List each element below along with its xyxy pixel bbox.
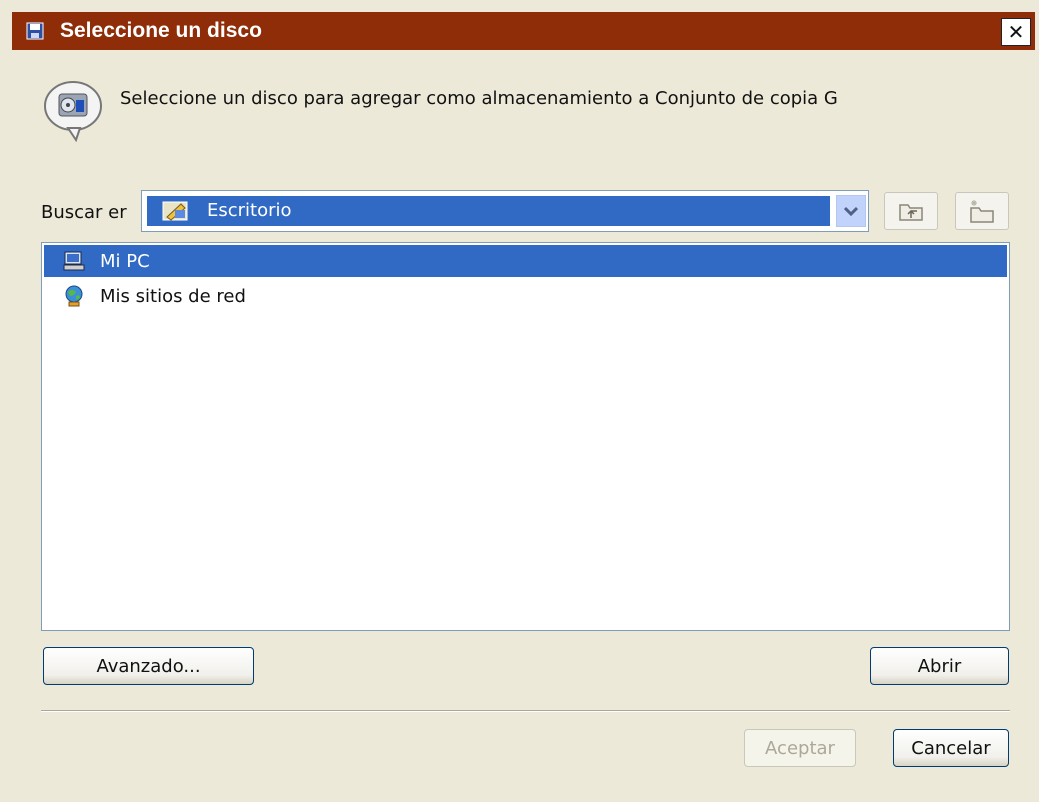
instruction-text: Seleccione un disco para agregar como al… xyxy=(120,88,838,109)
look-in-dropdown[interactable]: Escritorio xyxy=(141,190,869,232)
look-in-label: Buscar er xyxy=(41,202,127,223)
network-places-icon xyxy=(65,285,83,307)
disk-speech-bubble-icon xyxy=(44,81,102,142)
chevron-down-icon xyxy=(844,206,858,216)
title-bar[interactable]: Seleccione un disco ✕ xyxy=(12,12,1035,50)
dropdown-arrow-button[interactable] xyxy=(836,195,866,227)
look-in-selected: Escritorio xyxy=(147,196,830,226)
look-in-value: Escritorio xyxy=(207,200,292,221)
list-item[interactable]: Mis sitios de red xyxy=(44,280,1007,312)
cancel-button[interactable]: Cancelar xyxy=(893,729,1009,767)
up-folder-icon xyxy=(899,204,923,221)
disk-list[interactable]: Mi PC Mis sitios de red xyxy=(41,242,1010,631)
list-item-label: Mi PC xyxy=(100,250,150,272)
new-folder-button[interactable] xyxy=(955,192,1009,230)
floppy-disk-icon xyxy=(26,22,44,40)
advanced-button[interactable]: Avanzado... xyxy=(43,647,254,685)
close-button[interactable]: ✕ xyxy=(1001,18,1031,46)
new-folder-icon xyxy=(970,200,994,223)
desktop-icon xyxy=(162,201,188,221)
up-one-level-button[interactable] xyxy=(884,192,938,230)
close-icon: ✕ xyxy=(1007,20,1025,44)
list-item[interactable]: Mi PC xyxy=(44,245,1007,277)
divider xyxy=(41,710,1010,712)
open-button[interactable]: Abrir xyxy=(870,647,1009,685)
list-item-label: Mis sitios de red xyxy=(100,285,246,307)
accept-button[interactable]: Aceptar xyxy=(744,729,856,767)
dialog-title: Seleccione un disco xyxy=(60,19,262,42)
select-disk-dialog: Seleccione un disco ✕ Seleccione un disc… xyxy=(0,0,1039,802)
computer-icon xyxy=(63,251,85,271)
